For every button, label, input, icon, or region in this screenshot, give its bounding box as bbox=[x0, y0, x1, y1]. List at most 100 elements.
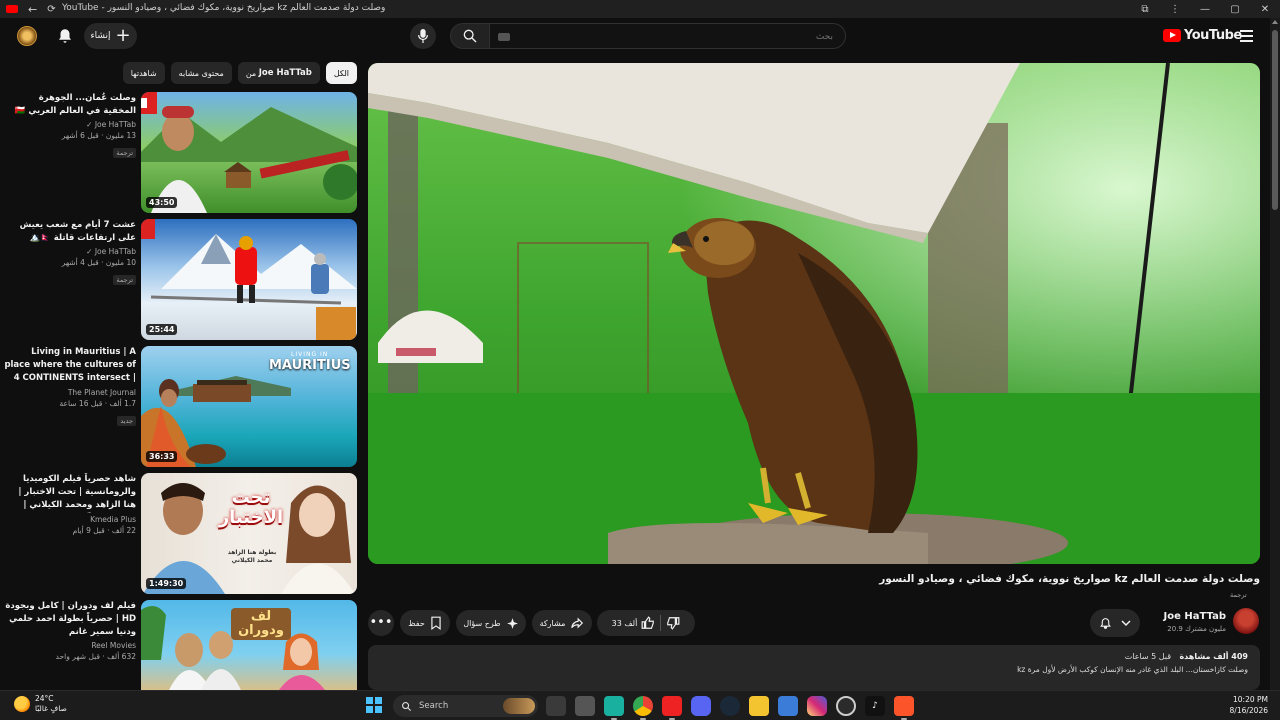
account-avatar[interactable] bbox=[17, 26, 37, 46]
maximize-button[interactable]: ▢ bbox=[1220, 4, 1250, 15]
like-button[interactable]: 33 ألف bbox=[612, 616, 656, 630]
more-actions-button[interactable]: ••• bbox=[368, 610, 394, 636]
video-thumbnail[interactable]: 43:50 bbox=[141, 92, 357, 213]
system-clock[interactable]: 10:20 PM 8/16/2026 bbox=[1218, 694, 1268, 716]
list-item[interactable]: لف ودوران فيلم لف ودوران | كامل وبجودة H… bbox=[0, 600, 360, 690]
video-thumbnail[interactable]: لف ودوران bbox=[141, 600, 357, 690]
video-title: وصلت دولة صدمت العالم kz صواريخ نووية، م… bbox=[879, 573, 1260, 585]
ask-label: طرح سؤال bbox=[463, 618, 501, 628]
notifications-bell-icon[interactable] bbox=[56, 27, 74, 45]
scrollbar-thumb[interactable] bbox=[1272, 30, 1278, 210]
rec-channel[interactable]: The Planet Journal bbox=[4, 388, 136, 397]
upload-date: قبل 5 ساعات bbox=[1124, 652, 1172, 661]
file-explorer-icon[interactable] bbox=[575, 696, 595, 716]
rec-info: فيلم لف ودوران | كامل وبجودة HD | حصرياً… bbox=[4, 600, 136, 661]
page-scrollbar[interactable] bbox=[1270, 18, 1280, 690]
ask-button[interactable]: طرح سؤال bbox=[456, 610, 526, 636]
youtube-favicon-icon bbox=[6, 5, 18, 13]
capcut-icon[interactable] bbox=[778, 696, 798, 716]
rec-title[interactable]: وصلت عُمان... الجوهرة المخفية في العالم … bbox=[4, 92, 136, 118]
caption-badge: ترجمة bbox=[113, 275, 136, 285]
minimize-button[interactable]: — bbox=[1190, 4, 1220, 15]
bookmark-icon bbox=[431, 616, 441, 630]
likes-count: 33 ألف bbox=[611, 618, 638, 628]
list-item[interactable]: تحت الاختبار بطولة هنا الزاهد محمد الكيل… bbox=[0, 473, 360, 595]
menu-hamburger-icon[interactable] bbox=[1240, 30, 1253, 42]
rec-title[interactable]: فيلم لف ودوران | كامل وبجودة HD | حصرياً… bbox=[4, 600, 136, 639]
task-view-icon[interactable] bbox=[546, 696, 566, 716]
voice-search-button[interactable] bbox=[410, 23, 436, 49]
rec-channel[interactable]: Reel Movies bbox=[4, 641, 136, 650]
back-arrow-icon[interactable]: ← bbox=[28, 3, 37, 16]
search-button[interactable] bbox=[450, 23, 490, 49]
rec-title[interactable]: عشت 7 أيام مع شعب يعيش على ارتفاعات قاتل… bbox=[4, 219, 136, 245]
duration-badge: 43:50 bbox=[146, 197, 178, 208]
chip-related[interactable]: محتوى مشابه bbox=[170, 62, 232, 84]
list-item[interactable]: LIVING IN MAURITIUS 36:33 Living in Maur… bbox=[0, 346, 360, 468]
chip-all[interactable]: الكل bbox=[325, 62, 357, 84]
taskbar-apps: ♪ bbox=[546, 696, 914, 720]
refresh-icon[interactable]: ⟳ bbox=[47, 4, 55, 15]
rec-meta: 13 مليون · قبل 6 أشهر bbox=[61, 131, 136, 140]
search-field[interactable] bbox=[490, 23, 846, 49]
list-item[interactable]: 43:50 وصلت عُمان... الجوهرة المخفية في ا… bbox=[0, 92, 360, 214]
folder-icon[interactable] bbox=[749, 696, 769, 716]
search-highlight-icon bbox=[503, 698, 535, 714]
list-item[interactable]: 25:44 عشت 7 أيام مع شعب يعيش على ارتفاعا… bbox=[0, 219, 360, 341]
taskbar-search[interactable]: Search bbox=[393, 695, 538, 717]
thumbnail-credit-text: بطولة هنا الزاهد محمد الكيلاني bbox=[227, 549, 277, 564]
terminal-app-icon[interactable] bbox=[604, 696, 624, 720]
video-thumbnail[interactable]: 25:44 bbox=[141, 219, 357, 340]
weather-widget[interactable]: 24°C صافٍ غالبًا bbox=[14, 694, 67, 714]
new-badge: جديد bbox=[117, 416, 136, 426]
duration-badge: 36:33 bbox=[146, 451, 178, 462]
youtube-logo[interactable]: YouTube bbox=[1163, 28, 1242, 43]
rec-channel[interactable]: Kmedia Plus bbox=[4, 515, 136, 524]
create-button[interactable]: إنشاء + bbox=[84, 23, 137, 49]
youtube-app-icon[interactable] bbox=[662, 696, 682, 720]
video-thumbnail[interactable]: LIVING IN MAURITIUS 36:33 bbox=[141, 346, 357, 467]
keyboard-icon[interactable] bbox=[498, 33, 510, 41]
chip-watched[interactable]: شاهدتها bbox=[122, 62, 165, 84]
thumbs-up-icon bbox=[641, 616, 655, 629]
subscribed-button[interactable] bbox=[1090, 609, 1140, 637]
brave-icon[interactable] bbox=[894, 696, 914, 720]
rec-title[interactable]: شاهد حصرياً فيلم الكوميديا والرومانسية |… bbox=[4, 473, 136, 513]
discord-icon[interactable] bbox=[691, 696, 711, 716]
description-box[interactable]: 409 ألف مشاهدة قبل 5 ساعات وصلت كازاخستا… bbox=[368, 645, 1260, 690]
thumbs-down-icon[interactable] bbox=[666, 616, 680, 630]
instagram-icon[interactable] bbox=[807, 696, 827, 716]
description-text: وصلت كازاخستان... البلد الذي غادر منه ال… bbox=[1017, 665, 1248, 674]
share-label: مشاركة bbox=[539, 618, 566, 628]
rec-channel[interactable]: Joe HaTTab ✓ bbox=[4, 120, 136, 129]
save-button[interactable]: حفظ bbox=[400, 610, 450, 636]
search-input[interactable] bbox=[490, 25, 845, 49]
windows-taskbar: 24°C صافٍ غالبًا Search ♪ 10:20 PM 8/16/… bbox=[0, 690, 1280, 720]
browser-titlebar: ← ⟳ YouTube - صواريخ نووية، مكوك فضائي ،… bbox=[0, 0, 1280, 18]
microphone-icon bbox=[417, 29, 429, 43]
more-options-icon[interactable]: ⋮ bbox=[1160, 4, 1190, 15]
temperature: 24°C bbox=[35, 694, 54, 703]
settings-gear-icon[interactable] bbox=[836, 696, 856, 716]
taskbar-search-label: Search bbox=[419, 701, 449, 711]
rec-title[interactable]: Living in Mauritius | A place where the … bbox=[4, 346, 136, 386]
channel-avatar[interactable] bbox=[1233, 608, 1259, 634]
rec-meta: 632 ألف · قبل شهر واحد bbox=[55, 652, 136, 661]
channel-name[interactable]: Joe HaTTab bbox=[1150, 611, 1226, 622]
steam-icon[interactable] bbox=[720, 696, 740, 716]
extensions-icon[interactable]: ⧉ bbox=[1130, 4, 1160, 15]
rec-info: شاهد حصرياً فيلم الكوميديا والرومانسية |… bbox=[4, 473, 136, 535]
video-thumbnail[interactable]: تحت الاختبار بطولة هنا الزاهد محمد الكيل… bbox=[141, 473, 357, 594]
chip-from-channel[interactable]: من Joe HaTTab bbox=[237, 62, 320, 84]
tiktok-icon[interactable]: ♪ bbox=[865, 696, 885, 716]
windows-start-icon[interactable] bbox=[366, 697, 382, 713]
description-stats: 409 ألف مشاهدة قبل 5 ساعات bbox=[380, 652, 1248, 661]
create-label: إنشاء bbox=[90, 31, 111, 41]
chrome-icon[interactable] bbox=[633, 696, 653, 720]
rec-channel[interactable]: Joe HaTTab ✓ bbox=[4, 247, 136, 256]
share-button[interactable]: مشاركة bbox=[532, 610, 592, 636]
close-window-button[interactable]: ✕ bbox=[1250, 4, 1280, 15]
thumbnail-headline-text: تحت الاختبار bbox=[218, 487, 284, 528]
video-player[interactable] bbox=[368, 63, 1260, 564]
scroll-up-arrow-icon[interactable] bbox=[1272, 20, 1278, 24]
